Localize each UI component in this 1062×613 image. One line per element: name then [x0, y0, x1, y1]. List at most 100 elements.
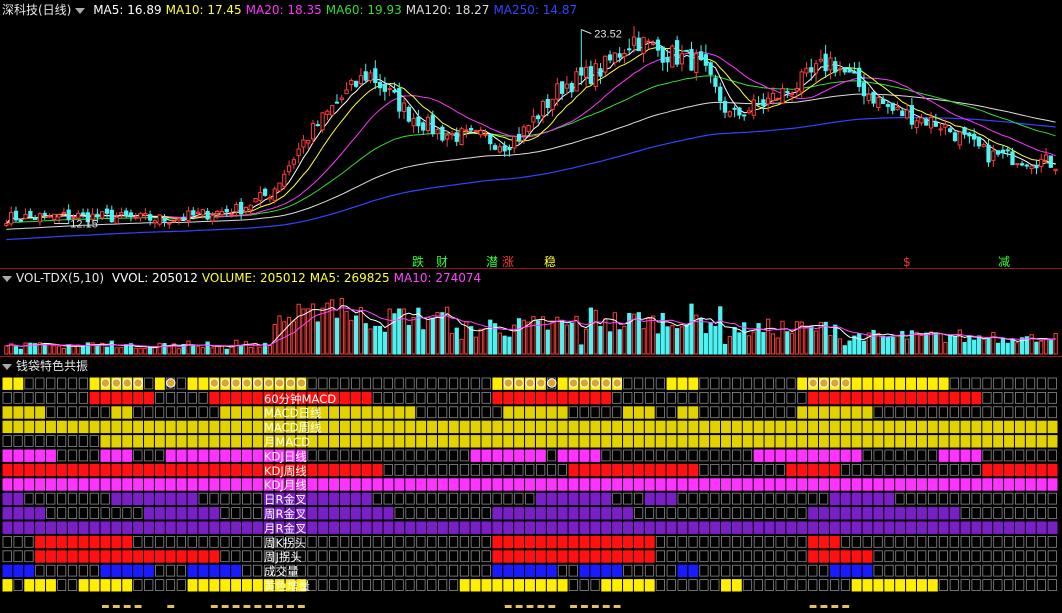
signal-cell	[144, 478, 154, 491]
signal-cell	[372, 579, 382, 591]
signal-cell	[307, 478, 318, 491]
signal-cell	[873, 507, 884, 520]
signal-cell	[176, 536, 186, 548]
signal-cell	[133, 579, 143, 591]
signal-cell	[427, 406, 437, 419]
signal-cell	[144, 507, 154, 520]
signal-cell	[198, 564, 209, 578]
candle-body	[1029, 165, 1034, 169]
signal-cell	[187, 507, 198, 520]
volume-bar	[210, 347, 215, 355]
signal-cell	[579, 463, 590, 477]
volume-indicator-name[interactable]: VOL-TDX(5,10)	[16, 271, 104, 285]
signal-cell	[187, 536, 197, 548]
chevron-down-icon[interactable]	[75, 7, 86, 14]
signal-cell	[851, 449, 862, 462]
signal-cell	[394, 463, 404, 476]
candle-body	[962, 127, 967, 135]
signal-cell	[568, 550, 579, 563]
signal-cell	[448, 579, 459, 591]
signal-cell	[329, 463, 339, 477]
candle-body	[1024, 164, 1029, 167]
signal-cell	[176, 550, 187, 563]
signal-cell	[57, 435, 67, 447]
signal-cell	[187, 463, 198, 477]
signal-cell	[231, 507, 241, 519]
chart-canvas[interactable]: 23.5212.15跌财潜涨稳 $ 减60分钟MACDMACD日线MACD周线月MA…	[0, 0, 1062, 613]
signal-cell	[753, 536, 763, 548]
volume-bar	[871, 329, 876, 355]
money-bag-icon	[808, 378, 818, 388]
signal-cell	[361, 564, 372, 577]
signal-cell	[46, 391, 56, 404]
volume-bar	[157, 342, 162, 355]
signal-cell	[797, 507, 807, 519]
signal-cell	[982, 507, 992, 519]
signal-cell	[448, 536, 459, 548]
signal-cell	[2, 507, 13, 520]
money-bag-icon	[819, 378, 829, 388]
signal-cell	[927, 564, 938, 577]
candle-body	[377, 82, 383, 89]
signal-cell	[220, 550, 230, 563]
signal-cell	[78, 435, 88, 447]
signal-cell	[56, 550, 67, 563]
signal-cell	[35, 492, 45, 505]
volume-bar	[363, 323, 368, 355]
signal-cell	[209, 406, 219, 419]
signal-cell	[590, 521, 601, 534]
signal-marker	[134, 605, 142, 608]
signal-cell	[339, 406, 350, 419]
candle-body	[531, 115, 536, 123]
signal-row-label: 周J拐头	[264, 550, 302, 564]
candle-body	[435, 129, 440, 135]
money-bag-icon	[133, 378, 143, 388]
signal-cell	[731, 435, 742, 448]
volume-bar	[421, 329, 426, 355]
candle-body	[991, 150, 996, 161]
signal-cell	[24, 521, 35, 534]
signal-cell	[198, 579, 209, 592]
volume-bar	[411, 316, 416, 355]
signal-cell	[416, 550, 426, 563]
signal-cell	[111, 449, 122, 462]
signal-cell	[808, 406, 818, 419]
signal-cell	[851, 406, 862, 419]
signal-cell	[46, 435, 56, 447]
candle-body	[737, 107, 742, 116]
signal-cell	[514, 579, 525, 592]
signal-cell	[242, 492, 252, 505]
chevron-down-icon[interactable]	[2, 363, 12, 370]
signal-cell	[459, 449, 470, 462]
signal-cell	[949, 377, 959, 390]
volume-bar	[104, 346, 110, 355]
signal-cell	[503, 435, 514, 448]
volume-bar	[1010, 338, 1015, 355]
chart-title[interactable]: 深科技(日线)	[2, 3, 71, 17]
signal-row-label: MACD日线	[264, 406, 322, 420]
signal-indicator-name[interactable]: 钱袋特色共振	[16, 359, 88, 373]
signal-label: 财	[436, 255, 448, 269]
signal-cell	[481, 377, 491, 390]
signal-cell	[1047, 420, 1058, 434]
signal-cell	[862, 478, 873, 491]
signal-cell	[459, 406, 470, 419]
signal-marker	[123, 605, 131, 608]
signal-cell	[13, 478, 24, 491]
volume-bar	[186, 340, 191, 355]
candle-body	[119, 211, 124, 215]
signal-cell	[1014, 420, 1025, 434]
signal-cell	[851, 435, 862, 448]
signal-cell	[982, 391, 992, 404]
signal-cell	[612, 406, 622, 419]
signal-cell	[2, 579, 13, 592]
candle-body	[938, 128, 943, 131]
candle-body	[1000, 149, 1006, 154]
signal-cell	[927, 406, 938, 419]
signal-cell	[601, 435, 612, 448]
signal-cell	[710, 579, 720, 591]
signal-cell	[623, 507, 633, 520]
signal-cell	[176, 463, 187, 477]
chevron-down-icon[interactable]	[2, 275, 12, 282]
signal-cell	[394, 377, 404, 390]
